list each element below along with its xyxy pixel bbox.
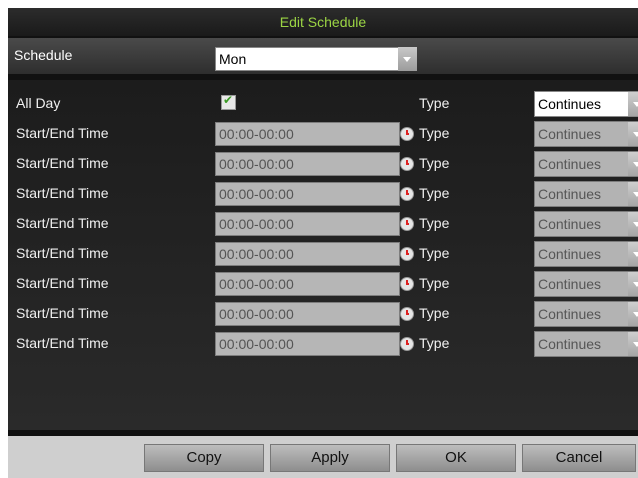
- time-row: Start/End Time 00:00-00:00 Type Continue…: [8, 330, 638, 358]
- time-range-field[interactable]: 00:00-00:00: [215, 182, 400, 206]
- copy-button[interactable]: Copy: [144, 444, 264, 472]
- clock-icon[interactable]: [400, 277, 414, 291]
- type-label: Type: [419, 335, 450, 351]
- chevron-down-icon[interactable]: [628, 302, 638, 326]
- chevron-down-icon[interactable]: [628, 92, 638, 116]
- start-end-time-label: Start/End Time: [16, 245, 109, 261]
- type-select-value: Continues: [538, 276, 602, 292]
- cancel-button[interactable]: Cancel: [522, 444, 636, 472]
- type-select[interactable]: Continues: [534, 91, 638, 117]
- type-select-value: Continues: [538, 156, 602, 172]
- time-range-field[interactable]: 00:00-00:00: [215, 212, 400, 236]
- start-end-time-label: Start/End Time: [16, 125, 109, 141]
- type-label: Type: [419, 155, 450, 171]
- type-select[interactable]: Continues: [534, 181, 638, 207]
- all-day-checkbox[interactable]: [221, 93, 236, 110]
- time-range-field[interactable]: 00:00-00:00: [215, 242, 400, 266]
- day-select[interactable]: Mon: [215, 47, 417, 71]
- day-select-value: Mon: [219, 51, 247, 67]
- button-bar: Copy Apply OK Cancel: [8, 436, 638, 478]
- time-range-value: 00:00-00:00: [219, 156, 294, 172]
- apply-button[interactable]: Apply: [270, 444, 390, 472]
- time-range-value: 00:00-00:00: [219, 126, 294, 142]
- start-end-time-label: Start/End Time: [16, 155, 109, 171]
- start-end-time-label: Start/End Time: [16, 275, 109, 291]
- type-select-value: Continues: [538, 336, 602, 352]
- time-range-field[interactable]: 00:00-00:00: [215, 302, 400, 326]
- clock-icon[interactable]: [400, 217, 414, 231]
- ok-button[interactable]: OK: [396, 444, 516, 472]
- type-label: Type: [419, 95, 450, 111]
- time-row: Start/End Time 00:00-00:00 Type Continue…: [8, 120, 638, 148]
- time-row: Start/End Time 00:00-00:00 Type Continue…: [8, 300, 638, 328]
- chevron-down-icon[interactable]: [628, 272, 638, 296]
- chevron-down-icon[interactable]: [628, 152, 638, 176]
- start-end-time-label: Start/End Time: [16, 215, 109, 231]
- clock-icon[interactable]: [400, 247, 414, 261]
- chevron-down-icon[interactable]: [398, 47, 417, 71]
- time-row: Start/End Time 00:00-00:00 Type Continue…: [8, 240, 638, 268]
- schedule-label: Schedule: [14, 47, 73, 63]
- type-select-value: Continues: [538, 96, 602, 112]
- clock-icon[interactable]: [400, 307, 414, 321]
- time-range-field[interactable]: 00:00-00:00: [215, 272, 400, 296]
- time-row: Start/End Time 00:00-00:00 Type Continue…: [8, 150, 638, 178]
- type-select-value: Continues: [538, 186, 602, 202]
- type-label: Type: [419, 305, 450, 321]
- edit-schedule-dialog: Edit Schedule Schedule Mon All Day Type …: [8, 8, 638, 478]
- type-select-value: Continues: [538, 306, 602, 322]
- time-range-field[interactable]: 00:00-00:00: [215, 152, 400, 176]
- time-row: Start/End Time 00:00-00:00 Type Continue…: [8, 180, 638, 208]
- time-range-value: 00:00-00:00: [219, 186, 294, 202]
- chevron-down-icon[interactable]: [628, 332, 638, 356]
- type-select[interactable]: Continues: [534, 121, 638, 147]
- type-select[interactable]: Continues: [534, 151, 638, 177]
- type-select[interactable]: Continues: [534, 271, 638, 297]
- chevron-down-icon[interactable]: [628, 122, 638, 146]
- title-bar: Edit Schedule: [8, 8, 638, 36]
- type-select-value: Continues: [538, 246, 602, 262]
- start-end-time-label: Start/End Time: [16, 185, 109, 201]
- type-label: Type: [419, 275, 450, 291]
- start-end-time-label: Start/End Time: [16, 305, 109, 321]
- dialog-title: Edit Schedule: [279, 14, 367, 30]
- time-range-value: 00:00-00:00: [219, 246, 294, 262]
- clock-icon[interactable]: [400, 127, 414, 141]
- schedule-content: All Day Type Continues Start/End Time 00…: [8, 80, 638, 430]
- clock-icon[interactable]: [400, 187, 414, 201]
- type-select[interactable]: Continues: [534, 301, 638, 327]
- type-label: Type: [419, 215, 450, 231]
- type-label: Type: [419, 245, 450, 261]
- type-select[interactable]: Continues: [534, 241, 638, 267]
- schedule-row: Schedule Mon: [8, 38, 638, 74]
- time-row: Start/End Time 00:00-00:00 Type Continue…: [8, 270, 638, 298]
- clock-icon[interactable]: [400, 337, 414, 351]
- all-day-row: All Day Type Continues: [8, 90, 638, 118]
- start-end-time-label: Start/End Time: [16, 335, 109, 351]
- chevron-down-icon[interactable]: [628, 182, 638, 206]
- type-select[interactable]: Continues: [534, 331, 638, 357]
- time-range-value: 00:00-00:00: [219, 216, 294, 232]
- time-row: Start/End Time 00:00-00:00 Type Continue…: [8, 210, 638, 238]
- time-range-value: 00:00-00:00: [219, 336, 294, 352]
- chevron-down-icon[interactable]: [628, 212, 638, 236]
- type-select-value: Continues: [538, 126, 602, 142]
- time-range-value: 00:00-00:00: [219, 276, 294, 292]
- type-select-value: Continues: [538, 216, 602, 232]
- clock-icon[interactable]: [400, 157, 414, 171]
- type-label: Type: [419, 185, 450, 201]
- chevron-down-icon[interactable]: [628, 242, 638, 266]
- all-day-label: All Day: [16, 95, 61, 111]
- type-label: Type: [419, 125, 450, 141]
- time-range-field[interactable]: 00:00-00:00: [215, 332, 400, 356]
- time-range-value: 00:00-00:00: [219, 306, 294, 322]
- time-range-field[interactable]: 00:00-00:00: [215, 122, 400, 146]
- type-select[interactable]: Continues: [534, 211, 638, 237]
